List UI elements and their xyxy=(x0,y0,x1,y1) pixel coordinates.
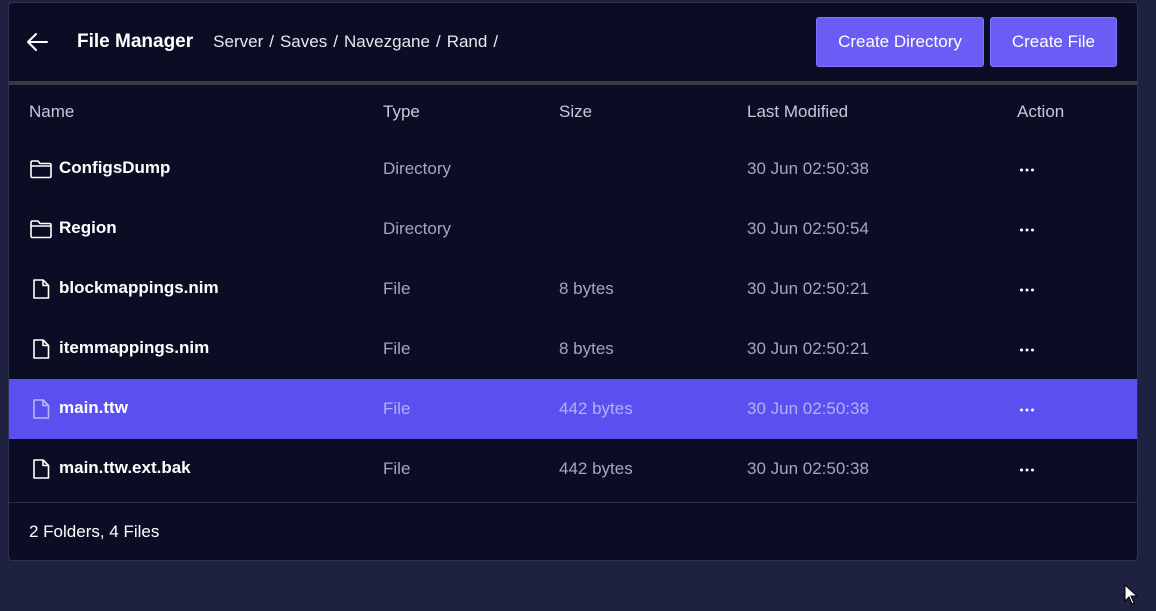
row-name[interactable]: Region xyxy=(59,218,117,238)
footer: 2 Folders, 4 Files xyxy=(9,502,1137,560)
row-last-modified: 30 Jun 02:50:21 xyxy=(747,279,869,298)
file-icon xyxy=(29,337,53,361)
row-type: File xyxy=(383,459,411,478)
row-name-cell: ConfigsDump xyxy=(29,157,383,181)
more-actions-icon[interactable] xyxy=(1019,220,1039,240)
breadcrumb-separator: / xyxy=(269,32,274,51)
row-size: 8 bytes xyxy=(559,339,614,358)
row-size: 442 bytes xyxy=(559,399,633,418)
file-icon xyxy=(29,457,53,481)
folder-icon xyxy=(29,217,53,241)
more-actions-icon[interactable] xyxy=(1019,160,1039,180)
column-header-last-modified: Last Modified xyxy=(747,102,849,121)
breadcrumb-separator: / xyxy=(493,32,499,51)
row-name-cell: main.ttw xyxy=(29,397,383,421)
breadcrumb-server[interactable]: Server xyxy=(213,32,263,52)
mouse-cursor-icon xyxy=(1124,583,1140,611)
more-actions-icon[interactable] xyxy=(1019,280,1039,300)
row-size: 8 bytes xyxy=(559,279,614,298)
row-name[interactable]: ConfigsDump xyxy=(59,158,170,178)
table-row[interactable]: main.ttw File 442 bytes 30 Jun 02:50:38 xyxy=(9,379,1137,439)
row-name-cell: main.ttw.ext.bak xyxy=(29,457,383,481)
table-row[interactable]: ConfigsDump Directory 30 Jun 02:50:38 xyxy=(9,139,1137,199)
row-name-cell: blockmappings.nim xyxy=(29,277,383,301)
back-arrow-icon[interactable] xyxy=(23,28,51,56)
row-type: Directory xyxy=(383,219,452,238)
more-actions-icon[interactable] xyxy=(1019,400,1039,420)
column-header-type: Type xyxy=(383,102,420,121)
file-icon xyxy=(29,397,53,421)
row-name[interactable]: main.ttw xyxy=(59,398,128,418)
row-name-cell: Region xyxy=(29,217,383,241)
breadcrumb: Server / Saves / Navezgane / Rand / xyxy=(213,32,504,52)
row-type: File xyxy=(383,279,411,298)
column-header-size: Size xyxy=(559,102,593,121)
column-header-action: Action xyxy=(1017,102,1065,121)
table-row[interactable]: blockmappings.nim File 8 bytes 30 Jun 02:50… xyxy=(9,259,1137,319)
create-directory-button[interactable]: Create Directory xyxy=(816,17,984,67)
page-title: File Manager xyxy=(77,31,194,52)
row-name[interactable]: blockmappings.nim xyxy=(59,278,219,298)
file-list: ConfigsDump Directory 30 Jun 02:50:38 Regio… xyxy=(9,139,1137,499)
breadcrumb-separator: / xyxy=(333,32,338,51)
file-manager-panel: File Manager Server / Saves / Navezgane … xyxy=(8,2,1138,561)
row-action-cell xyxy=(1017,218,1137,240)
breadcrumb-separator: / xyxy=(435,32,441,51)
more-actions-icon[interactable] xyxy=(1019,340,1039,360)
file-icon xyxy=(29,277,53,301)
table-row[interactable]: main.ttw.ext.bak File 442 bytes 30 Jun 02:5… xyxy=(9,439,1137,499)
table-row[interactable]: Region Directory 30 Jun 02:50:54 xyxy=(9,199,1137,259)
row-action-cell xyxy=(1017,158,1137,180)
row-action-cell xyxy=(1017,398,1137,420)
row-type: File xyxy=(383,339,411,358)
row-size: 442 bytes xyxy=(559,459,633,478)
file-summary: 2 Folders, 4 Files xyxy=(29,521,160,541)
row-name-cell: itemmappings.nim xyxy=(29,337,383,361)
breadcrumb-rand[interactable]: Rand xyxy=(447,32,488,52)
folder-icon xyxy=(29,157,53,181)
row-action-cell xyxy=(1017,338,1137,360)
column-header-name: Name xyxy=(29,102,75,121)
header: File Manager Server / Saves / Navezgane … xyxy=(9,3,1137,85)
row-type: File xyxy=(383,399,411,418)
more-actions-icon[interactable] xyxy=(1019,460,1039,480)
table-header: Name Type Size Last Modified Action xyxy=(9,85,1137,139)
row-action-cell xyxy=(1017,278,1137,300)
create-file-button[interactable]: Create File xyxy=(989,17,1117,67)
breadcrumb-navezgane[interactable]: Navezgane xyxy=(344,32,430,52)
row-action-cell xyxy=(1017,458,1137,480)
row-type: Directory xyxy=(383,159,452,178)
row-last-modified: 30 Jun 02:50:38 xyxy=(747,399,869,418)
breadcrumb-saves[interactable]: Saves xyxy=(280,32,327,52)
row-last-modified: 30 Jun 02:50:38 xyxy=(747,459,869,478)
row-last-modified: 30 Jun 02:50:38 xyxy=(747,159,869,178)
table-row[interactable]: itemmappings.nim File 8 bytes 30 Jun 02:50:… xyxy=(9,319,1137,379)
row-name[interactable]: main.ttw.ext.bak xyxy=(59,458,191,478)
row-name[interactable]: itemmappings.nim xyxy=(59,338,209,358)
row-last-modified: 30 Jun 02:50:54 xyxy=(747,219,869,238)
row-last-modified: 30 Jun 02:50:21 xyxy=(747,339,869,358)
